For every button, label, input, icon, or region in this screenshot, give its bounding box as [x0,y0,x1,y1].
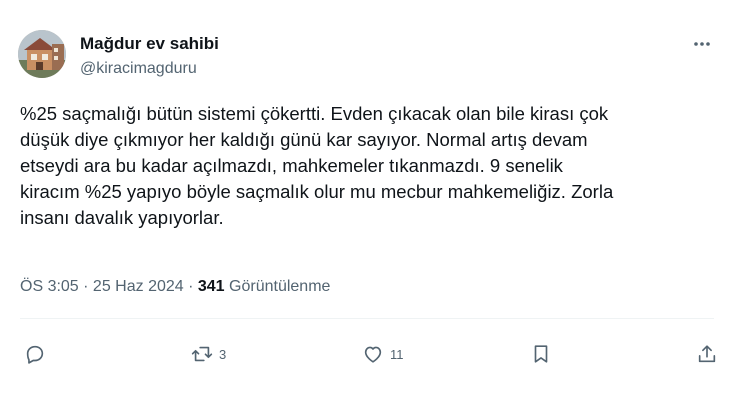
author-display-name[interactable]: Mağdur ev sahibi [80,34,219,54]
views-count: 341 [197,278,225,295]
tweet-time[interactable]: ÖS 3:05 [20,278,79,295]
retweet-icon [191,346,213,362]
retweet-button[interactable]: 3 [190,336,226,372]
share-button[interactable] [696,336,718,372]
bookmark-icon [534,345,548,363]
tweet-text-line: %25 saçmalığı bütün sistemi çökertti. Ev… [20,103,609,124]
more-options-button[interactable] [688,32,716,56]
meta-separator: · [78,278,93,295]
heart-icon [364,346,382,363]
bookmark-button[interactable] [530,336,552,372]
avatar-house-photo [18,30,66,78]
tweet-text-line: düşük diye çıkmıyor her kaldığı günü kar… [20,129,588,150]
tweet-text: %25 saçmalığı bütün sistemi çökertti. Ev… [20,101,720,231]
tweet-date[interactable]: 25 Haz 2024 [93,278,184,295]
reply-icon [26,345,44,364]
meta-separator: · [183,278,198,295]
share-icon [698,345,716,363]
tweet-text-line: kiracım %25 yapıyo böyle saçmalık olur m… [20,181,614,202]
retweet-count: 3 [219,346,227,362]
views-label: Görüntülenme [224,278,331,295]
author-handle[interactable]: @kiracimagduru [80,60,197,78]
like-button[interactable]: 11 [361,336,404,372]
tweet-actions: 3 11 [0,336,730,372]
like-count: 11 [390,346,404,362]
tweet-meta: ÖS 3:05 · 25 Haz 2024 · 341 Görüntülenme [20,278,330,296]
tweet-text-line: insanı davalık yapıyorlar. [20,207,224,228]
divider [20,318,714,319]
avatar[interactable] [18,30,66,78]
tweet-card: Mağdur ev sahibi @kiracimagduru %25 saçm… [0,0,730,420]
tweet-text-line: etseydi ara bu kadar açılmazdı, mahkemel… [20,155,563,176]
reply-button[interactable] [24,336,46,372]
more-horizontal-icon [694,42,710,46]
